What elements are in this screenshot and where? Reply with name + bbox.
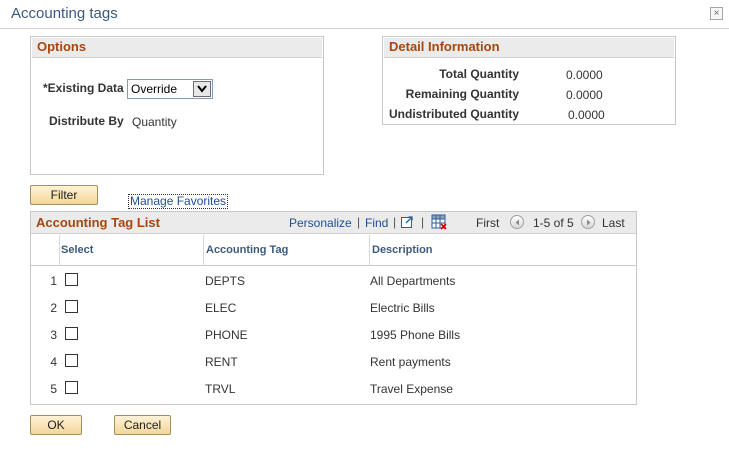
description-cell: Electric Bills [370,301,435,315]
find-link[interactable]: Find [365,216,388,230]
first-label: First [476,216,500,230]
previous-arrow-icon[interactable] [510,215,524,229]
select-checkbox[interactable] [65,327,78,340]
total-quantity-value: 0.0000 [566,68,603,82]
nav-separator: | [421,215,425,229]
view-all-icon[interactable] [400,215,414,229]
select-checkbox[interactable] [65,381,78,394]
undistributed-quantity-value: 0.0000 [568,108,605,122]
remaining-quantity-label: Remaining Quantity [405,87,519,101]
column-header-select[interactable]: Select [61,244,93,256]
row-number: 4 [50,355,57,369]
existing-data-label: *Existing Data [43,81,124,95]
dialog-title: Accounting tags [11,5,118,22]
accounting-tag-cell: PHONE [205,328,248,342]
accounting-tag-cell: DEPTS [205,274,246,288]
manage-favorites-link[interactable]: Manage Favorites [128,194,229,209]
download-grid-icon[interactable] [431,214,447,230]
undistributed-quantity-label: Undistributed Quantity [389,107,519,121]
description-cell: Rent payments [370,355,451,369]
column-header-accounting-tag[interactable]: Accounting Tag [206,244,288,256]
options-group: Options [30,36,324,175]
dropdown-arrow-icon [193,81,211,97]
column-divider [59,235,60,266]
accounting-tag-cell: ELEC [205,301,237,315]
column-divider [203,235,204,266]
accounting-tag-cell: RENT [205,355,238,369]
next-arrow-icon[interactable] [581,215,595,229]
dialog-titlebar: Accounting tags × [0,0,729,29]
select-checkbox[interactable] [65,354,78,367]
select-checkbox[interactable] [65,300,78,313]
existing-data-value: Override [131,82,178,96]
column-header-description[interactable]: Description [372,244,433,256]
cancel-button[interactable]: Cancel [114,415,171,435]
description-cell: Travel Expense [370,382,453,396]
table-row: 3 PHONE 1995 Phone Bills [31,321,636,348]
table-row: 5 TRVL Travel Expense [31,375,636,402]
select-checkbox[interactable] [65,273,78,286]
detail-information-header: Detail Information [384,38,674,58]
table-row: 2 ELEC Electric Bills [31,294,636,321]
column-header-row: Select Accounting Tag Description [31,235,636,266]
last-label: Last [602,216,625,230]
table-row: 1 DEPTS All Departments [31,267,636,294]
row-number: 2 [50,301,57,315]
row-number: 5 [50,382,57,396]
filter-button[interactable]: Filter [30,185,98,205]
accounting-tag-grid: Accounting Tag List Personalize | Find |… [30,211,637,405]
nav-separator: | [393,215,397,229]
grid-header: Accounting Tag List Personalize | Find |… [31,212,636,234]
grid-title: Accounting Tag List [36,215,160,230]
page-range: 1-5 of 5 [533,216,574,230]
row-number: 3 [50,328,57,342]
nav-separator: | [357,215,361,229]
table-row: 4 RENT Rent payments [31,348,636,375]
personalize-link[interactable]: Personalize [289,216,352,230]
options-header: Options [32,38,322,58]
distribute-by-value: Quantity [132,115,177,129]
existing-data-select[interactable]: Override [127,79,213,99]
total-quantity-label: Total Quantity [439,67,519,81]
remaining-quantity-value: 0.0000 [566,88,603,102]
close-icon[interactable]: × [710,7,723,20]
column-divider [369,235,370,266]
accounting-tag-cell: TRVL [205,382,236,396]
description-cell: 1995 Phone Bills [370,328,461,342]
row-number: 1 [50,274,57,288]
description-cell: All Departments [370,274,456,288]
ok-button[interactable]: OK [30,415,82,435]
distribute-by-label: Distribute By [49,114,124,128]
